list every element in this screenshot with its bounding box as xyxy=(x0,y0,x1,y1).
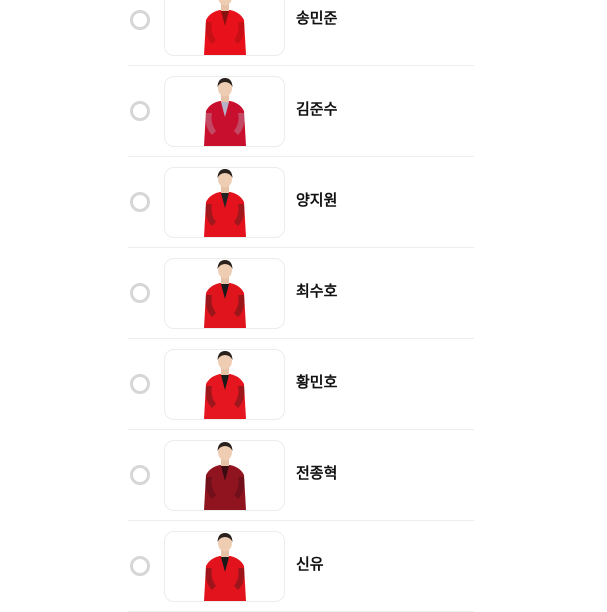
candidate-photo xyxy=(164,440,285,511)
candidate-photo xyxy=(164,167,285,238)
candidate-photo xyxy=(164,76,285,147)
candidate-photo xyxy=(164,258,285,329)
radio-button[interactable] xyxy=(130,465,150,485)
radio-button[interactable] xyxy=(130,10,150,30)
candidate-row[interactable]: 송민준 xyxy=(128,0,474,66)
candidate-name: 송민준 xyxy=(296,9,338,27)
candidate-photo xyxy=(164,531,285,602)
candidate-name: 전종혁 xyxy=(296,464,338,482)
candidate-row[interactable]: 김준수 xyxy=(128,66,474,157)
candidate-name: 김준수 xyxy=(296,100,338,118)
candidate-photo xyxy=(164,349,285,420)
person-figure-icon xyxy=(203,260,246,328)
person-figure-icon xyxy=(203,533,246,601)
radio-button[interactable] xyxy=(130,556,150,576)
radio-button[interactable] xyxy=(130,283,150,303)
person-figure-icon xyxy=(203,78,246,146)
candidate-name: 양지원 xyxy=(296,191,338,209)
candidate-name: 신유 xyxy=(296,555,324,573)
person-figure-icon xyxy=(203,169,246,237)
candidate-row[interactable]: 신유 xyxy=(128,521,474,612)
candidate-name: 황민호 xyxy=(296,373,338,391)
candidate-photo xyxy=(164,0,285,56)
candidate-row[interactable]: 전종혁 xyxy=(128,430,474,521)
candidate-list: 송민준 김준수 양지원 최수호 황민호 전종혁 신유 xyxy=(128,0,474,612)
radio-button[interactable] xyxy=(130,192,150,212)
candidate-row[interactable]: 황민호 xyxy=(128,339,474,430)
radio-button[interactable] xyxy=(130,101,150,121)
radio-button[interactable] xyxy=(130,374,150,394)
candidate-name: 최수호 xyxy=(296,282,338,300)
candidate-row[interactable]: 양지원 xyxy=(128,157,474,248)
person-figure-icon xyxy=(203,351,246,419)
candidate-row[interactable]: 최수호 xyxy=(128,248,474,339)
person-figure-icon xyxy=(203,0,246,55)
person-figure-icon xyxy=(203,442,246,510)
